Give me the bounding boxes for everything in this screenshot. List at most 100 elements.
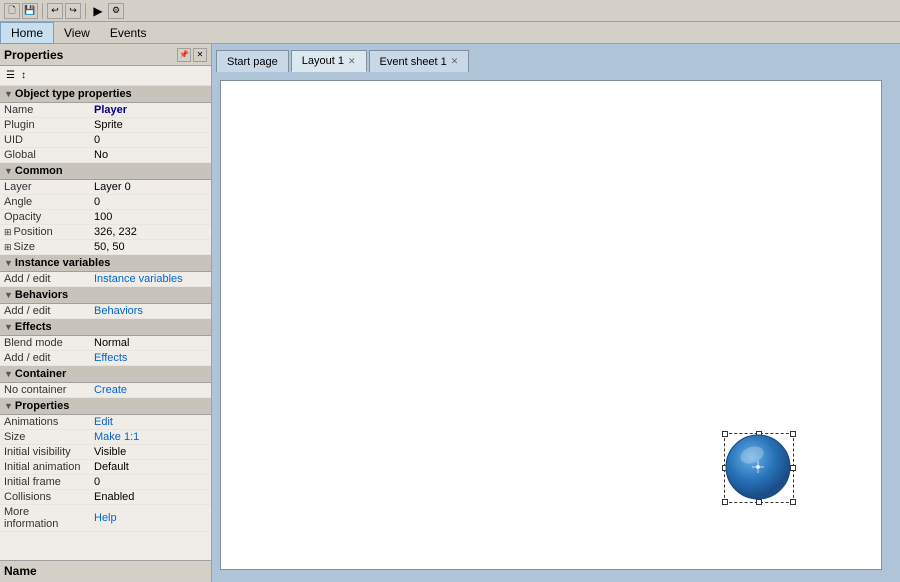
undo-icon[interactable]: ↩ bbox=[47, 3, 63, 19]
prop-label-animations: Animations bbox=[0, 415, 90, 430]
play-icon[interactable]: ▶ bbox=[90, 3, 106, 19]
properties-table: ▼Object type properties Name Player Plug… bbox=[0, 86, 211, 560]
link-instance-variables[interactable]: Instance variables bbox=[94, 273, 183, 285]
new-icon[interactable]: 🗋 bbox=[4, 3, 20, 19]
prop-plugin: Plugin Sprite bbox=[0, 118, 211, 133]
prop-blend-mode: Blend mode Normal bbox=[0, 336, 211, 351]
sort-icons: ☰ ↕ bbox=[0, 66, 211, 86]
expand-icon-props: ▼ bbox=[4, 401, 13, 411]
prop-label-initial-vis: Initial visibility bbox=[0, 445, 90, 460]
prop-label-initial-anim: Initial animation bbox=[0, 460, 90, 475]
section-effects: ▼Effects bbox=[0, 319, 211, 336]
section-object-type: ▼Object type properties bbox=[0, 86, 211, 103]
prop-effects-add: Add / edit Effects bbox=[0, 351, 211, 366]
prop-label-name: Name bbox=[0, 103, 90, 118]
prop-layer: Layer Layer 0 bbox=[0, 180, 211, 195]
toolbar: 🗋 💾 ↩ ↪ ▶ ⚙ bbox=[0, 0, 900, 22]
prop-position: ⊞Position 326, 232 bbox=[0, 225, 211, 240]
properties-header: Properties 📌 ✕ bbox=[0, 44, 211, 66]
prop-label-layer: Layer bbox=[0, 180, 90, 195]
section-properties: ▼Properties bbox=[0, 398, 211, 415]
prop-label-angle: Angle bbox=[0, 195, 90, 210]
prop-label-effects-add: Add / edit bbox=[0, 351, 90, 366]
player-sprite bbox=[724, 433, 792, 501]
prop-value-opacity: 100 bbox=[90, 210, 211, 225]
section-behaviors: ▼Behaviors bbox=[0, 287, 211, 304]
prop-global: Global No bbox=[0, 148, 211, 163]
prop-initial-animation: Initial animation Default bbox=[0, 460, 211, 475]
layout-canvas[interactable] bbox=[220, 80, 882, 570]
prop-opacity: Opacity 100 bbox=[0, 210, 211, 225]
prop-label-behaviors-add: Add / edit bbox=[0, 304, 90, 319]
prop-label-instvar-add: Add / edit bbox=[0, 272, 90, 287]
content-area: Start page Layout 1 ✕ Event sheet 1 ✕ bbox=[212, 44, 900, 582]
canvas-area bbox=[212, 72, 900, 582]
prop-label-initial-frame: Initial frame bbox=[0, 475, 90, 490]
properties-panel: Properties 📌 ✕ ☰ ↕ ▼Object type properti… bbox=[0, 44, 212, 582]
prop-value-layer: Layer 0 bbox=[90, 180, 211, 195]
section-instance-vars: ▼Instance variables bbox=[0, 255, 211, 272]
menu-bar: Home View Events bbox=[0, 22, 900, 44]
prop-value-blend: Normal bbox=[90, 336, 211, 351]
sort-alpha-icon[interactable]: ↕ bbox=[19, 69, 28, 82]
tab-event-sheet[interactable]: Event sheet 1 ✕ bbox=[369, 50, 470, 72]
expand-icon: ▼ bbox=[4, 89, 13, 99]
toolbar-separator bbox=[42, 3, 43, 19]
prop-value-collisions: Enabled bbox=[90, 490, 211, 505]
settings-icon[interactable]: ⚙ bbox=[108, 3, 124, 19]
properties-header-icons: 📌 ✕ bbox=[177, 48, 207, 62]
tab-label-events: Event sheet 1 bbox=[380, 56, 447, 68]
link-behaviors[interactable]: Behaviors bbox=[94, 305, 143, 317]
link-edit-animations[interactable]: Edit bbox=[94, 416, 113, 428]
prop-spacer bbox=[0, 532, 211, 561]
menu-view[interactable]: View bbox=[54, 22, 100, 44]
save-icon[interactable]: 💾 bbox=[22, 3, 38, 19]
link-make-1-1[interactable]: Make 1:1 bbox=[94, 431, 139, 443]
properties-scroll: ▼Object type properties Name Player Plug… bbox=[0, 86, 211, 560]
expand-icon-common: ▼ bbox=[4, 166, 13, 176]
section-common: ▼Common bbox=[0, 163, 211, 180]
main-area: Properties 📌 ✕ ☰ ↕ ▼Object type properti… bbox=[0, 44, 900, 582]
redo-icon[interactable]: ↪ bbox=[65, 3, 81, 19]
prop-behaviors-add: Add / edit Behaviors bbox=[0, 304, 211, 319]
prop-more-info: More information Help bbox=[0, 505, 211, 532]
toolbar-separator-2 bbox=[85, 3, 86, 19]
prop-value-initial-anim: Default bbox=[90, 460, 211, 475]
prop-label-plugin: Plugin bbox=[0, 118, 90, 133]
menu-home[interactable]: Home bbox=[0, 22, 54, 44]
expand-icon-effects: ▼ bbox=[4, 322, 13, 332]
pin-icon[interactable]: 📌 bbox=[177, 48, 191, 62]
prop-label-position: ⊞Position bbox=[0, 225, 90, 240]
tab-close-events[interactable]: ✕ bbox=[451, 56, 459, 67]
link-effects[interactable]: Effects bbox=[94, 352, 127, 364]
prop-value-size: 50, 50 bbox=[90, 240, 211, 255]
link-help[interactable]: Help bbox=[94, 512, 117, 524]
toolbar-icons: 🗋 💾 ↩ ↪ ▶ ⚙ bbox=[4, 3, 124, 19]
prop-label-size: ⊞Size bbox=[0, 240, 90, 255]
expand-icon-instvar: ▼ bbox=[4, 258, 13, 268]
prop-label-global: Global bbox=[0, 148, 90, 163]
tab-label-start: Start page bbox=[227, 56, 278, 68]
sort-list-icon[interactable]: ☰ bbox=[4, 69, 17, 82]
prop-size-ratio: Size Make 1:1 bbox=[0, 430, 211, 445]
close-panel-icon[interactable]: ✕ bbox=[193, 48, 207, 62]
prop-instvar-add: Add / edit Instance variables bbox=[0, 272, 211, 287]
prop-value-angle: 0 bbox=[90, 195, 211, 210]
prop-label-opacity: Opacity bbox=[0, 210, 90, 225]
tab-close-layout[interactable]: ✕ bbox=[348, 56, 356, 67]
menu-events[interactable]: Events bbox=[100, 22, 157, 44]
expand-icon-container: ▼ bbox=[4, 369, 13, 379]
tab-label-layout: Layout 1 bbox=[302, 55, 344, 67]
prop-value-plugin: Sprite bbox=[90, 118, 211, 133]
tabs-bar: Start page Layout 1 ✕ Event sheet 1 ✕ bbox=[212, 44, 900, 72]
tab-layout-1[interactable]: Layout 1 ✕ bbox=[291, 50, 367, 72]
prop-animations: Animations Edit bbox=[0, 415, 211, 430]
prop-value-name: Player bbox=[94, 104, 127, 116]
prop-initial-visibility: Initial visibility Visible bbox=[0, 445, 211, 460]
prop-label-uid: UID bbox=[0, 133, 90, 148]
prop-value-initial-vis: Visible bbox=[90, 445, 211, 460]
properties-title: Properties bbox=[4, 48, 63, 62]
link-create-container[interactable]: Create bbox=[94, 384, 127, 396]
tab-start-page[interactable]: Start page bbox=[216, 50, 289, 72]
section-container: ▼Container bbox=[0, 366, 211, 383]
